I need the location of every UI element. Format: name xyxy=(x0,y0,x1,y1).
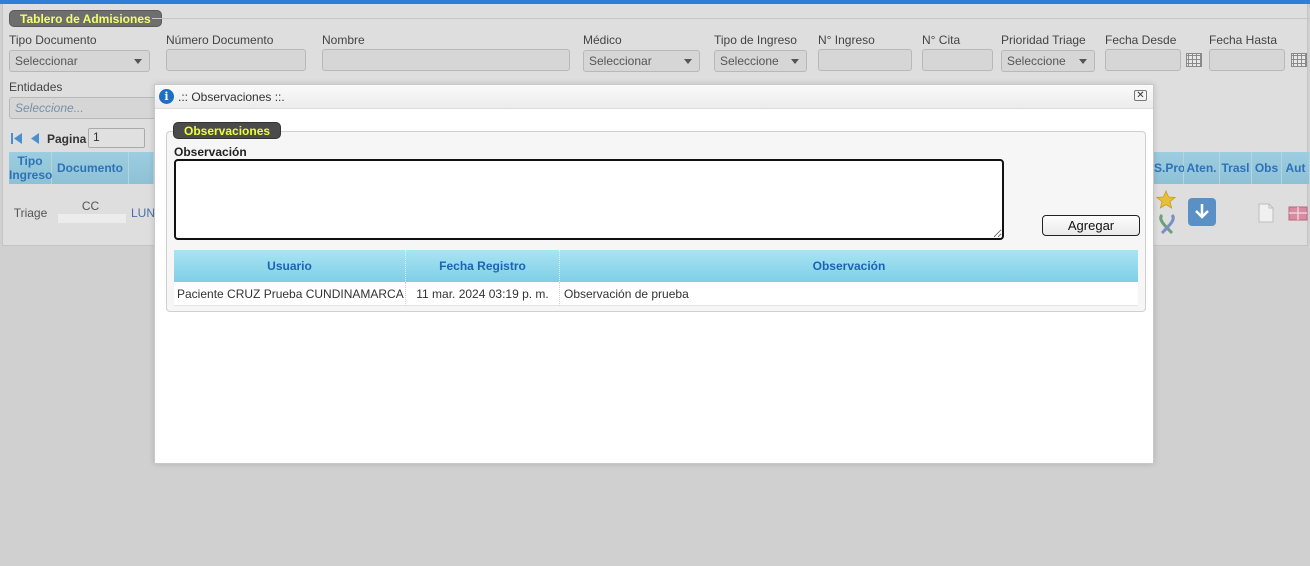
grid-header-trasl: Trasl xyxy=(1220,152,1252,184)
tipo-documento-label: Tipo Documento xyxy=(9,33,97,47)
grid-cell-nombre[interactable]: LUN xyxy=(131,206,156,220)
add-button[interactable]: Agregar xyxy=(1042,215,1140,236)
grid-cell-documento: CC xyxy=(81,199,100,213)
fecha-desde-input[interactable] xyxy=(1105,49,1181,71)
grid-header-blank xyxy=(129,152,154,184)
redacted-document-number xyxy=(58,214,126,223)
tipo-documento-select[interactable]: Seleccionar xyxy=(9,50,150,72)
grid-header-label: Obs xyxy=(1254,161,1279,175)
pager-label: Pagina xyxy=(47,132,87,146)
nombre-label: Nombre xyxy=(322,33,365,47)
nombre-input[interactable] xyxy=(322,49,570,71)
observaciones-dialog: i .:: Observaciones ::. ✕ Observaciones … xyxy=(154,84,1154,464)
tipo-ingreso-select[interactable]: Seleccione xyxy=(714,50,807,72)
medico-label: Médico xyxy=(583,33,622,47)
dialog-title: .:: Observaciones ::. xyxy=(178,90,285,104)
dialog-titlebar[interactable]: i .:: Observaciones ::. ✕ xyxy=(155,85,1153,109)
cell-observacion: Observación de prueba xyxy=(564,287,689,301)
grid-header-label: S.Pro xyxy=(1154,161,1186,175)
fecha-desde-label: Fecha Desde xyxy=(1105,33,1177,47)
table-row[interactable]: Paciente CRUZ Prueba CUNDINAMARCA 11 mar… xyxy=(174,282,1138,306)
calendar-icon[interactable] xyxy=(1291,53,1307,67)
numero-documento-label: Número Documento xyxy=(166,33,274,47)
grid-header-tipo-ingreso: Tipo Ingreso xyxy=(9,152,52,184)
prioridad-triage-label: Prioridad Triage xyxy=(1001,33,1086,47)
fecha-hasta-input[interactable] xyxy=(1209,49,1285,71)
divider xyxy=(152,18,1310,19)
ribbon-icon[interactable] xyxy=(1156,213,1178,235)
grid-header-obs: Obs xyxy=(1252,152,1282,184)
entidades-select[interactable]: Seleccione... xyxy=(9,97,159,119)
fecha-hasta-label: Fecha Hasta xyxy=(1209,33,1278,47)
grid-header-label: Trasl xyxy=(1221,161,1250,175)
download-icon[interactable] xyxy=(1188,198,1216,226)
n-ingreso-label: N° Ingreso xyxy=(818,33,875,47)
star-icon[interactable] xyxy=(1155,189,1177,210)
observacion-label: Observación xyxy=(174,145,247,159)
observacion-textarea[interactable] xyxy=(174,159,1004,240)
grid-header-label: Tipo Ingreso xyxy=(9,154,53,182)
grid-header-aut: Aut xyxy=(1282,152,1310,184)
calendar-icon[interactable] xyxy=(1186,53,1202,67)
close-icon[interactable]: ✕ xyxy=(1134,90,1147,101)
column-header-usuario: Usuario xyxy=(174,250,406,282)
pager: Pagina 1 xyxy=(11,128,151,149)
grid-header-label: Aten. xyxy=(1186,161,1217,175)
column-header-fecha-registro: Fecha Registro xyxy=(406,250,560,282)
column-header-observacion: Observación xyxy=(812,259,886,273)
medico-select[interactable]: Seleccionar xyxy=(583,50,700,72)
tipo-ingreso-label: Tipo de Ingreso xyxy=(714,33,797,47)
info-icon: i xyxy=(159,89,174,104)
grid-header-label: Aut xyxy=(1285,161,1306,175)
document-icon[interactable] xyxy=(1258,203,1274,223)
first-page-icon[interactable] xyxy=(11,132,23,145)
gift-icon[interactable] xyxy=(1288,205,1308,221)
grid-cell-tipo-ingreso: Triage xyxy=(13,206,48,220)
section-title: Observaciones xyxy=(173,122,282,139)
n-cita-label: N° Cita xyxy=(922,33,961,47)
cell-usuario: Paciente CRUZ Prueba CUNDINAMARCA xyxy=(174,282,406,306)
grid-header-documento: Documento xyxy=(52,152,129,184)
entidades-label: Entidades xyxy=(9,80,63,94)
n-ingreso-input[interactable] xyxy=(818,49,912,71)
numero-documento-input[interactable] xyxy=(166,49,306,71)
cell-fecha-registro: 11 mar. 2024 03:19 p. m. xyxy=(406,282,560,306)
grid-header-aten: Aten. xyxy=(1184,152,1220,184)
grid-header-s-pro: S.Pro xyxy=(1154,152,1186,184)
panel-title: Tablero de Admisiones xyxy=(9,10,162,27)
grid-header-label: Documento xyxy=(57,161,123,175)
n-cita-input[interactable] xyxy=(922,49,993,71)
prev-page-icon[interactable] xyxy=(30,132,40,145)
prioridad-triage-select[interactable]: Seleccione xyxy=(1001,50,1095,72)
table-header: Usuario Fecha Registro Observación xyxy=(174,250,1138,282)
page-select[interactable]: 1 xyxy=(88,128,145,148)
